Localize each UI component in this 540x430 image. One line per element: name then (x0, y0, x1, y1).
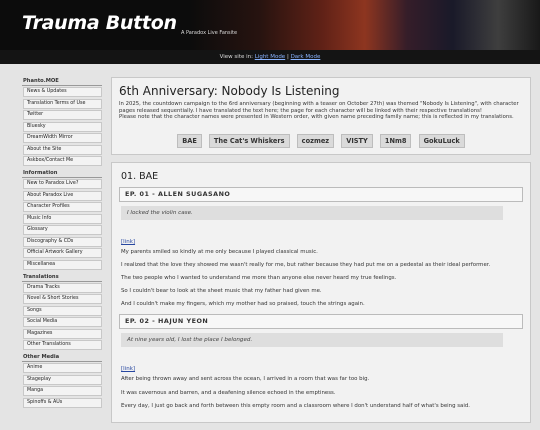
unit-tag-cats-whiskers[interactable]: The Cat's Whiskers (208, 133, 290, 148)
light-mode-link[interactable]: Light Mode (255, 54, 285, 60)
unit-section-card: 01. BAE EP. 01 - ALLEN SUGASANO I locked… (111, 161, 531, 423)
sidebar-section-title: Other Media (22, 353, 102, 362)
sidebar-item-translation-terms[interactable]: Translation Terms of Use (23, 98, 102, 109)
intro-text: In 2025, the countdown campaign to the 6… (119, 101, 523, 121)
sidebar-item-manga[interactable]: Manga (23, 386, 102, 396)
unit-tag-bar: BAE The Cat's Whiskers cozmez VISTY 1Nm8… (119, 128, 523, 148)
unit-tag-cozmez[interactable]: cozmez (296, 133, 335, 148)
sidebar-item-news[interactable]: News & Updates (23, 87, 102, 97)
header-banner-art (190, 0, 540, 50)
sidebar-item-about-site[interactable]: About the Site (23, 144, 102, 155)
sidebar-item-social-media[interactable]: Social Media (23, 317, 102, 327)
site-logo[interactable]: Trauma Button (22, 12, 177, 34)
episode-heading: EP. 02 - HAJUN YEON (119, 314, 523, 330)
unit-tag-visty[interactable]: VISTY (341, 133, 373, 148)
episode-paragraph: My parents smiled so kindly at me only b… (121, 248, 318, 255)
site-header: Trauma Button A Paradox Live Fansite (0, 0, 540, 50)
episode-paragraph: After being thrown away and sent across … (121, 376, 370, 383)
sidebar-section: Information New to Paradox Live? About P… (22, 169, 102, 270)
sidebar-item-magazines[interactable]: Magazines (23, 328, 102, 339)
sidebar-section: Phanto.MOE News & Updates Translation Te… (22, 77, 102, 166)
episode-paragraph: Every day, I just go back and forth betw… (121, 402, 470, 409)
sidebar-section-title: Translations (22, 273, 102, 282)
sidebar-item-music-info[interactable]: Music Info (23, 213, 102, 224)
episode-heading: EP. 01 - ALLEN SUGASANO (119, 186, 523, 202)
sidebar-item-character-profiles[interactable]: Character Profiles (23, 202, 102, 212)
episode-paragraph: So I couldn't bear to look at the sheet … (121, 288, 322, 295)
episode-paragraph: The two people who I wanted to understan… (121, 274, 397, 281)
sidebar-item-novels[interactable]: Novel & Short Stories (23, 294, 102, 304)
sidebar-item-songs[interactable]: Songs (23, 305, 102, 316)
episode-paragraph: It was cavernous and barren, and a deafe… (121, 389, 336, 396)
sidebar-section-title: Phanto.MOE (22, 77, 102, 86)
sidebar-item-anime[interactable]: Anime (23, 363, 102, 373)
sidebar-section-title: Information (22, 169, 102, 178)
view-mode-bar: View site in: Light Mode | Dark Mode (0, 50, 540, 64)
page-title: 6th Anniversary: Nobody Is Listening (119, 84, 340, 98)
sidebar-item-spinoffs[interactable]: Spinoffs & AUs (23, 397, 102, 408)
sidebar-item-miscellanea[interactable]: Miscellanea (23, 259, 102, 270)
intro-card: 6th Anniversary: Nobody Is Listening In … (111, 77, 531, 155)
intro-line: In 2025, the countdown campaign to the 6… (119, 101, 519, 107)
dark-mode-link[interactable]: Dark Mode (291, 54, 321, 60)
site-tagline: A Paradox Live Fansite (181, 30, 238, 36)
sidebar-item-dreamwidth[interactable]: DreamWidth Mirror (23, 133, 102, 143)
sidebar-item-drama-tracks[interactable]: Drama Tracks (23, 282, 102, 293)
unit-tag-gokuluck[interactable]: GokuLuck (418, 133, 465, 148)
sidebar-section: Translations Drama Tracks Novel & Short … (22, 273, 102, 350)
main-content: 6th Anniversary: Nobody Is Listening In … (111, 77, 531, 430)
episode-link[interactable]: [link] (121, 239, 135, 245)
sidebar-item-stageplay[interactable]: Stageplay (23, 374, 102, 385)
episode-link[interactable]: [link] (121, 366, 135, 372)
sidebar-item-glossary[interactable]: Glossary (23, 225, 102, 235)
sidebar-section: Other Media Anime Stageplay Manga Spinof… (22, 353, 102, 408)
unit-tag-1nm8[interactable]: 1Nm8 (379, 133, 412, 148)
episode-quote: At nine years old, I lost the place I be… (121, 333, 503, 348)
unit-tag-bae[interactable]: BAE (177, 133, 202, 148)
episode-paragraph: And I couldn't make my fingers, which my… (121, 301, 365, 308)
episode-paragraph: I realized that the love they showed me … (121, 261, 491, 268)
sidebar-item-other-translations[interactable]: Other Translations (23, 340, 102, 350)
section-title: 01. BAE (121, 170, 159, 182)
view-mode-separator: | (286, 54, 289, 60)
sidebar: Phanto.MOE News & Updates Translation Te… (22, 77, 102, 411)
sidebar-item-twitter[interactable]: Twitter (23, 110, 102, 120)
sidebar-item-about-pl[interactable]: About Paradox Live (23, 190, 102, 201)
sidebar-item-new-to-pl[interactable]: New to Paradox Live? (23, 179, 102, 189)
sidebar-item-askbox[interactable]: Askbox/Contact Me (23, 156, 102, 166)
sidebar-item-bluesky[interactable]: Bluesky (23, 121, 102, 132)
intro-line: Please note that the character names wer… (119, 114, 514, 120)
sidebar-item-artwork-gallery[interactable]: Official Artwork Gallery (23, 248, 102, 258)
episode-quote: I locked the violin case. (121, 205, 503, 220)
sidebar-item-discography[interactable]: Discography & CDs (23, 236, 102, 247)
view-mode-prefix: View site in: (219, 54, 253, 60)
